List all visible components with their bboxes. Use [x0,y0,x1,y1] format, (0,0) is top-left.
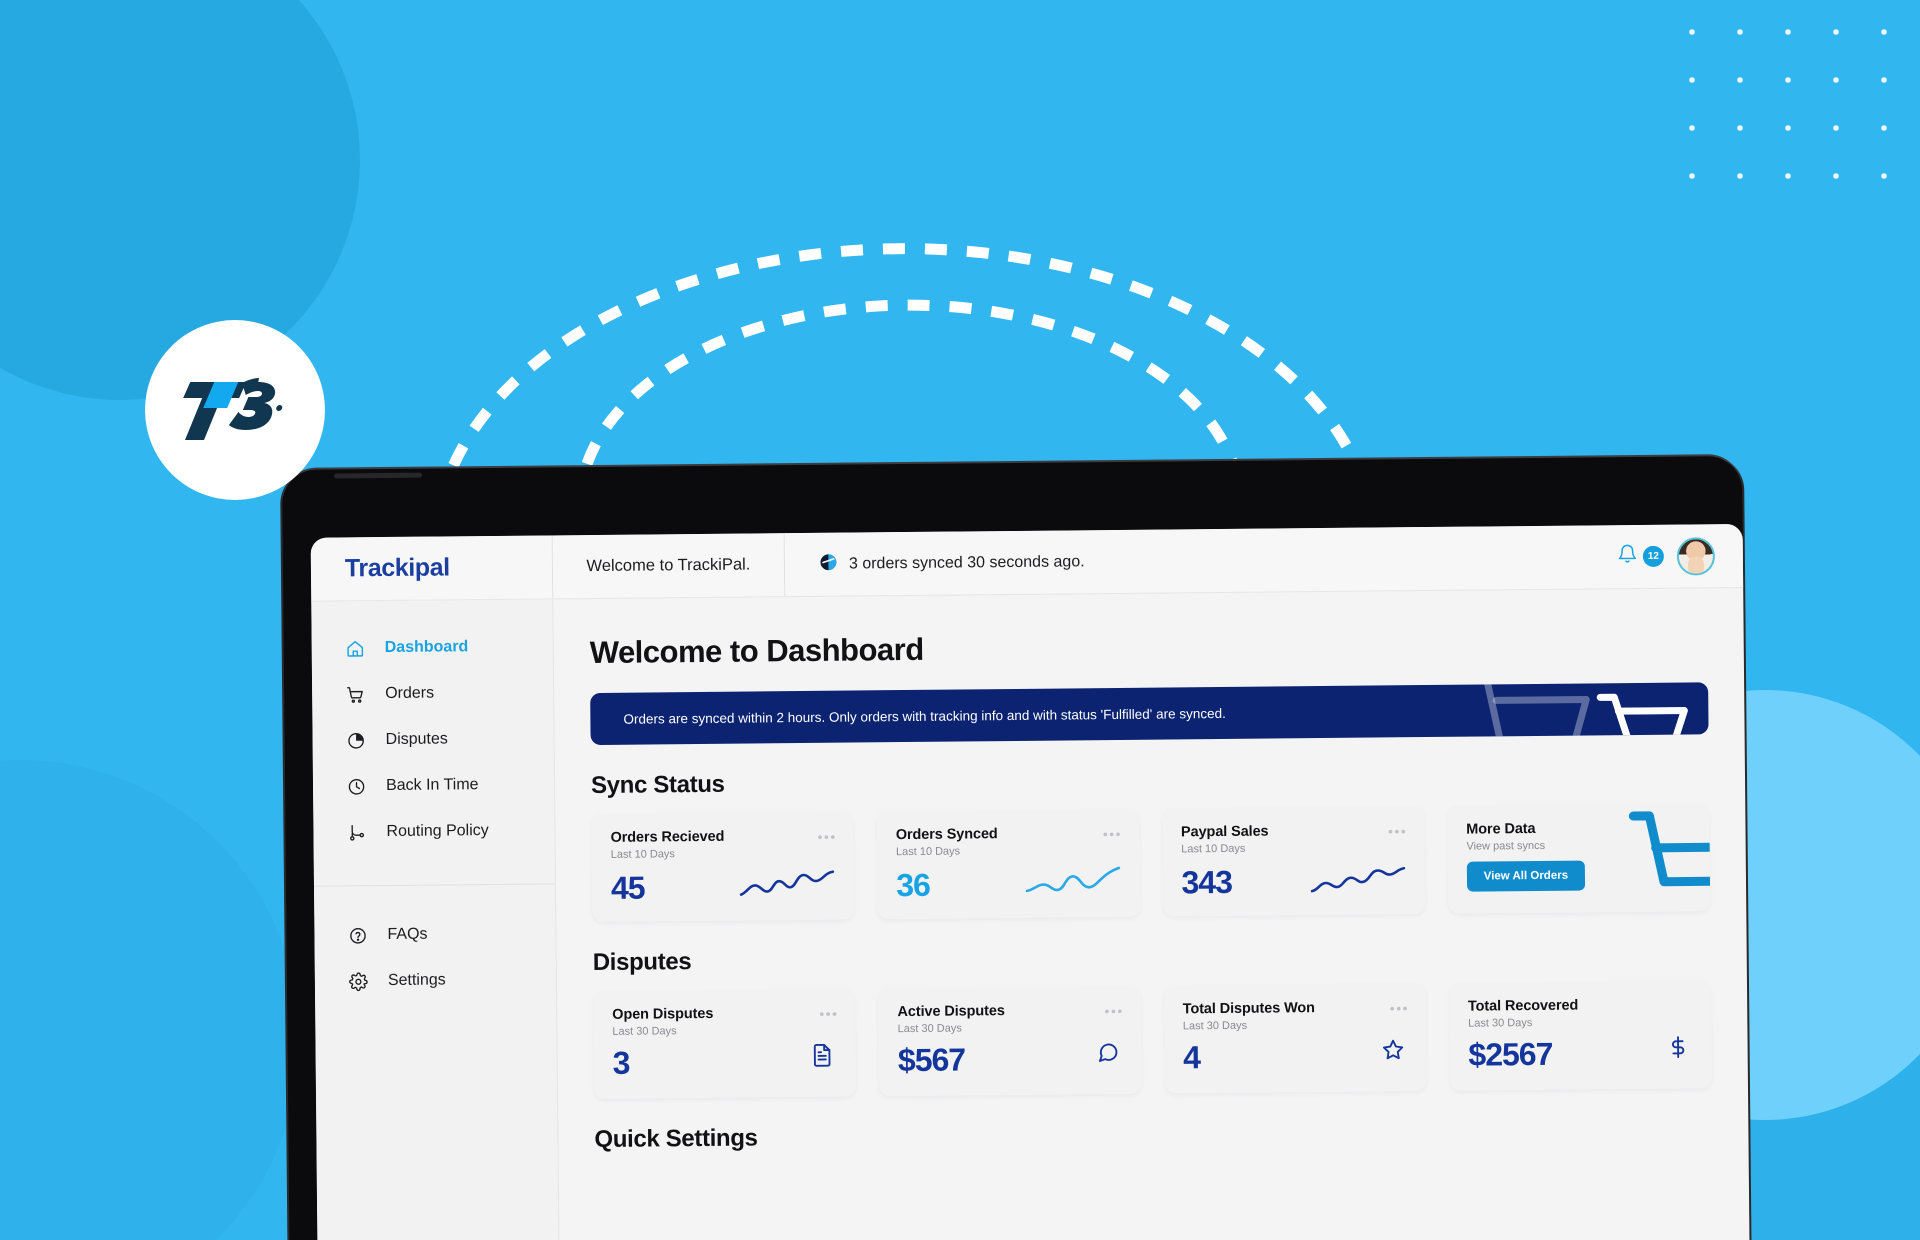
sync-status-cards: ••• Orders Recieved Last 10 Days 45 ••• … [591,803,1711,923]
cart-icon [1628,811,1711,887]
sparkline-icon [1025,866,1120,893]
card-title: Open Disputes [612,1005,714,1023]
sync-info-banner-text: Orders are synced within 2 hours. Only o… [623,705,1226,727]
card-subtitle: Last 30 Days [612,1025,677,1038]
top-bar-actions: 12 [1617,536,1743,576]
disputes-section-title: Disputes [592,948,692,977]
card-menu-button[interactable]: ••• [1390,1000,1409,1016]
tps-logo-icon [183,378,283,440]
sidebar-item-label: Settings [387,971,446,990]
sidebar-item-label: Dashboard [384,638,469,657]
tps-logo-badge [145,320,325,500]
gear-icon [348,971,369,992]
card-value: 4 [1183,1039,1201,1076]
card-orders-synced[interactable]: ••• Orders Synced Last 10 Days 36 [876,808,1140,920]
sidebar-item-disputes[interactable]: Disputes [312,715,553,763]
clock-icon [346,776,367,797]
card-active-disputes[interactable]: ••• Active Disputes Last 30 Days $567 [878,985,1142,1097]
laptop-camera-notch [334,472,423,479]
sync-icon [819,552,838,576]
sidebar-item-routing-policy[interactable]: Routing Policy [313,807,554,855]
notifications-button[interactable]: 12 [1617,543,1664,570]
app-body: Dashboard Orders Disputes Back In Time R… [311,588,1749,1240]
card-subtitle: Last 30 Days [1182,1019,1248,1033]
star-icon [1380,1037,1405,1067]
app-logo-text[interactable]: Trackipal [310,535,554,601]
disputes-cards: ••• Open Disputes Last 30 Days 3 ••• Act… [593,980,1713,1100]
card-value: 3 [612,1044,630,1081]
card-subtitle: Last 30 Days [1468,1017,1533,1030]
card-subtitle: Last 30 Days [897,1022,962,1036]
card-menu-button[interactable]: ••• [818,829,837,845]
card-orders-recieved[interactable]: ••• Orders Recieved Last 10 Days 45 [591,811,855,923]
sparkline-icon [740,870,835,896]
view-all-orders-button[interactable]: View All Orders [1466,860,1586,892]
sync-status-text: 3 orders synced 30 seconds ago. [848,552,1085,573]
sync-info-banner: Orders are synced within 2 hours. Only o… [590,682,1709,746]
card-subtitle: Last 10 Days [610,848,675,861]
question-icon [347,925,368,946]
sidebar-item-label: Disputes [385,730,448,749]
dollar-icon [1665,1035,1690,1065]
card-title: Paypal Sales [1180,823,1269,841]
sidebar-item-back-in-time[interactable]: Back In Time [313,761,554,809]
sidebar-item-dashboard[interactable]: Dashboard [311,623,552,671]
sync-status-section-title: Sync Status [590,770,725,800]
card-menu-button[interactable]: ••• [819,1006,838,1022]
decorative-circle-bottom-left [0,760,300,1240]
card-value: 45 [610,869,645,906]
decorative-dashed-arcs [434,243,1376,505]
document-icon [810,1043,835,1073]
card-paypal-sales[interactable]: ••• Paypal Sales Last 10 Days 343 [1161,806,1426,917]
notification-count-badge: 12 [1642,545,1664,567]
card-total-recovered[interactable]: Total Recovered Last 30 Days $2567 [1448,980,1713,1091]
sidebar-item-label: Back In Time [385,776,479,795]
sidebar-item-faqs[interactable]: FAQs [314,910,555,958]
sidebar-item-settings[interactable]: Settings [315,956,556,1004]
quick-settings-section-title: Quick Settings [594,1124,758,1154]
pie-chart-icon [345,730,366,751]
decorative-dot-grid [1660,0,1920,200]
card-total-disputes-won[interactable]: ••• Total Disputes Won Last 30 Days 4 [1163,983,1427,1094]
sidebar-item-label: FAQs [387,925,428,944]
card-menu-button[interactable]: ••• [1104,1003,1123,1019]
bell-icon [1617,543,1638,570]
cart-icon [345,684,366,705]
card-value: 36 [896,866,931,904]
sidebar-item-orders[interactable]: Orders [312,669,553,717]
chat-bubble-icon [1095,1040,1120,1070]
welcome-message: Welcome to TrackiPal. [552,533,786,599]
card-title: Orders Recieved [610,828,725,846]
sidebar: Dashboard Orders Disputes Back In Time R… [311,599,560,1240]
card-subtitle: Last 10 Days [895,845,961,859]
sidebar-item-label: Orders [385,684,435,703]
card-title: Orders Synced [895,826,998,844]
sidebar-item-label: Routing Policy [386,822,489,841]
route-icon [346,822,367,843]
card-title: Total Disputes Won [1182,1000,1315,1018]
card-value: $2567 [1468,1035,1553,1073]
sidebar-divider [313,883,555,887]
main-content: Welcome to Dashboard Orders are synced w… [553,588,1749,1240]
card-open-disputes[interactable]: ••• Open Disputes Last 30 Days 3 [593,988,857,1100]
page-background: Trackipal Welcome to TrackiPal. 3 orders… [0,0,1920,1240]
banner-cart-illustration [1482,682,1688,737]
home-icon [345,638,366,659]
card-title: Total Recovered [1467,997,1579,1015]
card-value: 343 [1181,863,1233,901]
card-menu-button[interactable]: ••• [1388,823,1407,839]
card-more-data[interactable]: More Data View past syncs View All Order… [1447,803,1711,914]
card-title: Active Disputes [897,1003,1005,1021]
laptop-frame: Trackipal Welcome to TrackiPal. 3 orders… [282,455,1750,1240]
card-menu-button[interactable]: ••• [1103,826,1122,842]
card-value: $567 [897,1041,966,1079]
sync-status-bar: 3 orders synced 30 seconds ago. [785,545,1617,577]
page-title: Welcome to Dashboard [589,631,924,671]
card-subtitle: Last 10 Days [1181,842,1246,856]
sparkline-icon [1310,866,1405,893]
app-screen: Trackipal Welcome to TrackiPal. 3 orders… [310,523,1750,1240]
avatar[interactable] [1676,536,1716,576]
